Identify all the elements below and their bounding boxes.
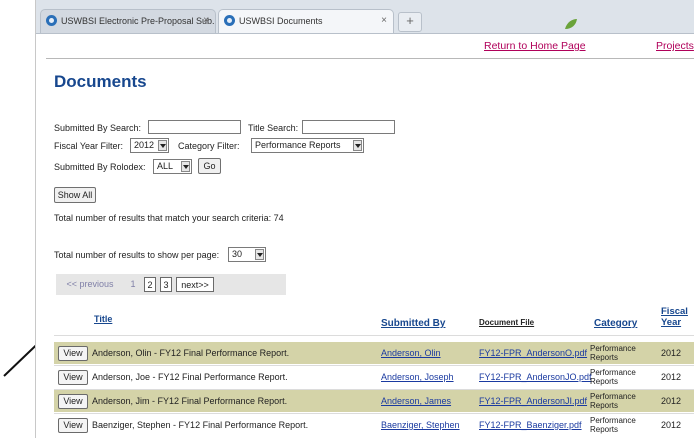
row-category: Performance Reports bbox=[590, 416, 650, 434]
chevron-down-icon bbox=[158, 140, 167, 151]
rolodex-value: ALL bbox=[157, 161, 174, 171]
row-submitted-by-link[interactable]: Baenziger, Stephen bbox=[381, 420, 460, 430]
fiscal-year-select[interactable]: 2012 bbox=[130, 138, 169, 153]
tab-bar: USWBSI Electronic Pre-Proposal Sub... × … bbox=[36, 0, 694, 34]
category-filter-value: Performance Reports bbox=[255, 140, 341, 150]
category-line1: Performance bbox=[590, 392, 636, 401]
results-count-text: Total number of results that match your … bbox=[54, 213, 284, 223]
page-2-link[interactable]: 2 bbox=[144, 277, 156, 292]
category-line1: Performance bbox=[590, 368, 636, 377]
view-button[interactable]: View bbox=[58, 370, 88, 385]
tab-label: USWBSI Electronic Pre-Proposal Sub... bbox=[61, 16, 216, 26]
column-header-title[interactable]: Title bbox=[94, 314, 112, 324]
row-category: Performance Reports bbox=[590, 344, 650, 362]
row-year: 2012 bbox=[661, 372, 682, 382]
per-page-select[interactable]: 30 bbox=[228, 247, 266, 262]
per-page-value: 30 bbox=[232, 249, 243, 259]
rolodex-select[interactable]: ALL bbox=[153, 159, 192, 174]
table-row: View Baenziger, Stephen - FY12 Final Per… bbox=[54, 414, 694, 436]
fiscal-year-label: Fiscal Year Filter: bbox=[54, 141, 124, 151]
show-all-button[interactable]: Show All bbox=[54, 187, 96, 203]
row-title: Anderson, Jim - FY12 Final Performance R… bbox=[92, 396, 288, 406]
new-tab-button[interactable]: + bbox=[398, 12, 422, 32]
tab-pre-proposal[interactable]: USWBSI Electronic Pre-Proposal Sub... × bbox=[40, 9, 216, 33]
tab-close-icon[interactable]: × bbox=[203, 15, 209, 26]
column-header-submitted-by[interactable]: Submitted By bbox=[381, 318, 445, 329]
page-1-current: 1 bbox=[130, 279, 136, 289]
column-header-year[interactable]: Year bbox=[661, 317, 681, 328]
title-search-input[interactable] bbox=[302, 120, 395, 134]
row-submitted-by-link[interactable]: Anderson, James bbox=[381, 396, 451, 406]
next-page-link[interactable]: next>> bbox=[176, 277, 214, 292]
row-submitted-by-link[interactable]: Anderson, Olin bbox=[381, 348, 441, 358]
category-line2: Reports bbox=[590, 377, 619, 386]
chevron-down-icon bbox=[353, 140, 362, 151]
row-title: Anderson, Joe - FY12 Final Performance R… bbox=[92, 372, 288, 382]
tab-documents[interactable]: USWBSI Documents × bbox=[218, 9, 394, 33]
category-filter-label: Category Filter: bbox=[178, 141, 240, 151]
category-line1: Performance bbox=[590, 416, 636, 425]
table-header-divider bbox=[54, 335, 694, 336]
page-3-link[interactable]: 3 bbox=[160, 277, 172, 292]
page-title: Documents bbox=[54, 72, 147, 91]
browser-window: USWBSI Electronic Pre-Proposal Sub... × … bbox=[35, 0, 694, 438]
leaf-logo-icon bbox=[565, 19, 577, 29]
column-header-fiscal[interactable]: Fiscal bbox=[661, 306, 688, 317]
row-submitted-by-link[interactable]: Anderson, Joseph bbox=[381, 372, 454, 382]
row-category: Performance Reports bbox=[590, 368, 650, 386]
category-filter-select[interactable]: Performance Reports bbox=[251, 138, 364, 153]
category-line2: Reports bbox=[590, 401, 619, 410]
row-title: Baenziger, Stephen - FY12 Final Performa… bbox=[92, 420, 309, 430]
tab-close-icon[interactable]: × bbox=[381, 15, 387, 26]
table-row: View Anderson, Olin - FY12 Final Perform… bbox=[54, 342, 694, 364]
title-search-label: Title Search: bbox=[248, 123, 299, 133]
go-button[interactable]: Go bbox=[198, 158, 221, 174]
row-year: 2012 bbox=[661, 348, 682, 358]
row-document-link[interactable]: FY12-FPR_AndersonJO.pdf bbox=[479, 372, 592, 382]
favicon-icon bbox=[224, 15, 235, 26]
return-home-link[interactable]: Return to Home Page bbox=[484, 40, 586, 52]
submitted-by-search-input[interactable] bbox=[148, 120, 241, 134]
view-button[interactable]: View bbox=[58, 394, 88, 409]
chevron-down-icon bbox=[181, 161, 190, 172]
tab-label: USWBSI Documents bbox=[239, 16, 323, 26]
row-document-link[interactable]: FY12-FPR_AndersonJI.pdf bbox=[479, 396, 587, 406]
row-document-link[interactable]: FY12-FPR_Baenziger.pdf bbox=[479, 420, 582, 430]
chevron-down-icon bbox=[255, 249, 264, 260]
column-header-document-file[interactable]: Document File bbox=[479, 318, 534, 327]
pagination: << previous 1 2 3 next>> bbox=[56, 274, 286, 295]
view-button[interactable]: View bbox=[58, 346, 88, 361]
view-button[interactable]: View bbox=[58, 418, 88, 433]
category-line1: Performance bbox=[590, 344, 636, 353]
rolodex-label: Submitted By Rolodex: bbox=[54, 162, 146, 172]
category-line2: Reports bbox=[590, 425, 619, 434]
favicon-icon bbox=[46, 15, 57, 26]
fiscal-year-value: 2012 bbox=[134, 140, 155, 150]
submitted-by-search-label: Submitted By Search: bbox=[54, 123, 142, 133]
projects-link[interactable]: Projects bbox=[656, 40, 694, 52]
row-year: 2012 bbox=[661, 396, 682, 406]
table-row: View Anderson, Joe - FY12 Final Performa… bbox=[54, 366, 694, 388]
previous-page-link[interactable]: << previous bbox=[60, 277, 120, 292]
row-document-link[interactable]: FY12-FPR_AndersonO.pdf bbox=[479, 348, 587, 358]
category-line2: Reports bbox=[590, 353, 619, 362]
header-divider bbox=[46, 58, 694, 59]
row-title: Anderson, Olin - FY12 Final Performance … bbox=[92, 348, 290, 358]
per-page-label: Total number of results to show per page… bbox=[54, 250, 220, 260]
column-header-category[interactable]: Category bbox=[594, 318, 637, 329]
row-category: Performance Reports bbox=[590, 392, 650, 410]
table-row: View Anderson, Jim - FY12 Final Performa… bbox=[54, 390, 694, 412]
row-year: 2012 bbox=[661, 420, 682, 430]
